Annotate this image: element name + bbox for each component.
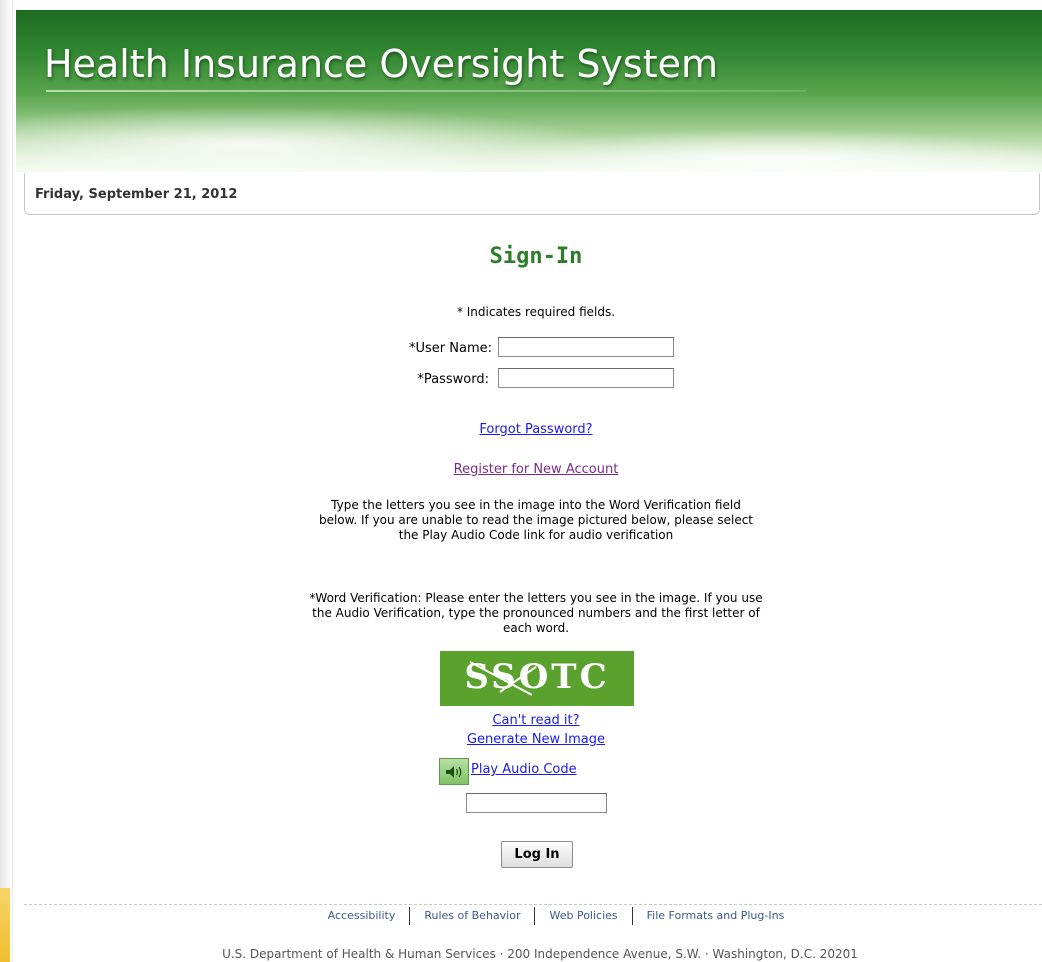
- register-account-link[interactable]: Register for New Account: [454, 462, 619, 477]
- username-input[interactable]: [498, 337, 674, 357]
- username-label: *User Name:: [409, 341, 492, 356]
- page-title: Sign-In: [489, 244, 583, 269]
- footer-links: Accessibility Rules of Behavior Web Polici…: [0, 907, 1042, 925]
- play-audio-link[interactable]: Play Audio Code: [471, 762, 577, 777]
- footer-link-file-formats[interactable]: File Formats and Plug-Ins: [633, 909, 799, 922]
- cant-read-link[interactable]: Can't read it?: [492, 713, 579, 728]
- header-banner: Health Insurance Oversight System: [16, 10, 1042, 172]
- footer-link-rules-of-behavior[interactable]: Rules of Behavior: [410, 909, 534, 922]
- left-edge-strip: [0, 0, 13, 962]
- footer-divider: [24, 904, 1042, 905]
- site-title: Health Insurance Oversight System: [44, 42, 719, 86]
- forgot-password-link[interactable]: Forgot Password?: [479, 422, 592, 437]
- footer-address: U.S. Department of Health & Human Servic…: [222, 947, 858, 961]
- footer-link-web-policies[interactable]: Web Policies: [535, 909, 631, 922]
- password-label: *Password:: [417, 372, 489, 387]
- footer-link-accessibility[interactable]: Accessibility: [314, 909, 410, 922]
- required-fields-note: * Indicates required fields.: [456, 305, 616, 319]
- audio-button[interactable]: [439, 758, 469, 785]
- password-input[interactable]: [498, 368, 674, 388]
- captcha-instructions: Type the letters you see in the image in…: [318, 498, 754, 542]
- date-bar: Friday, September 21, 2012: [24, 173, 1040, 215]
- word-verification-input[interactable]: [466, 793, 607, 813]
- captcha-image: SSOTC: [440, 651, 634, 706]
- login-button[interactable]: Log In: [501, 841, 573, 868]
- speaker-icon: [446, 765, 462, 778]
- word-verification-note: *Word Verification: Please enter the let…: [309, 591, 763, 635]
- current-date: Friday, September 21, 2012: [35, 187, 238, 202]
- title-underline: [46, 90, 806, 92]
- generate-new-image-link[interactable]: Generate New Image: [467, 732, 605, 747]
